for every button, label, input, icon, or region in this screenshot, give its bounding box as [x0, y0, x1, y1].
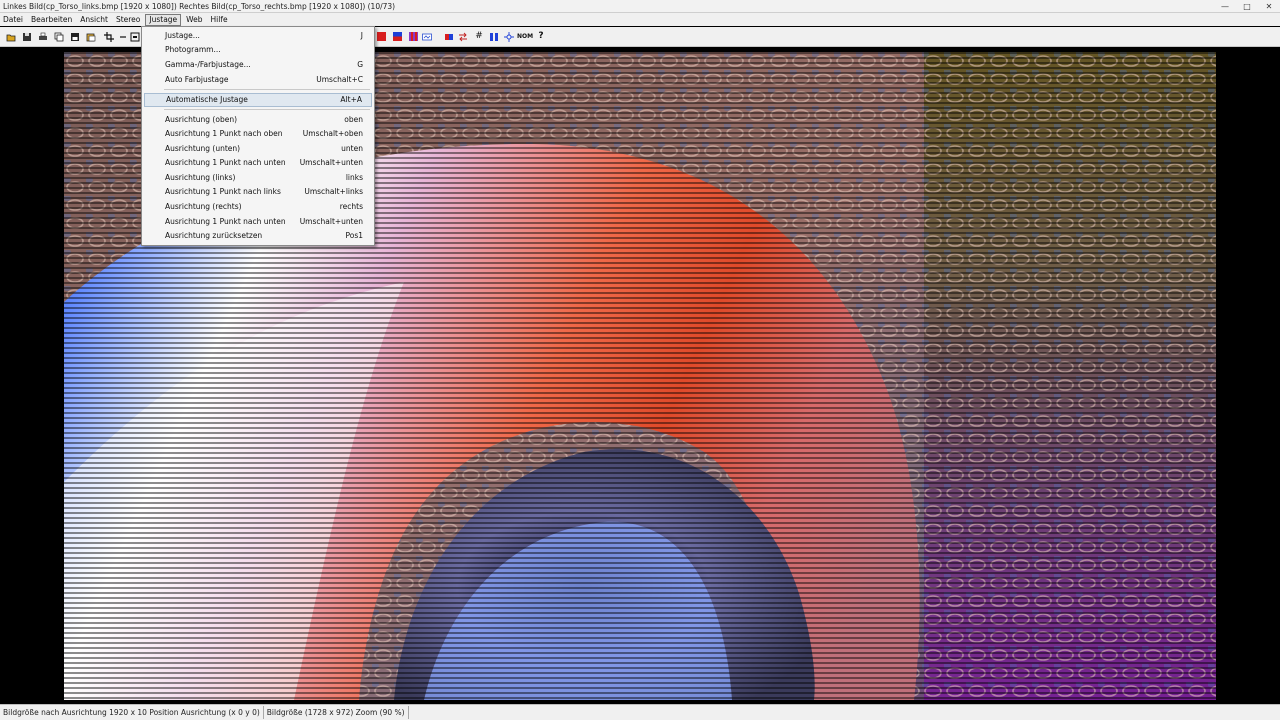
- swap-icon[interactable]: [458, 31, 468, 42]
- menu-stereo[interactable]: Stereo: [113, 14, 143, 26]
- anaglyph-icon[interactable]: [444, 31, 454, 42]
- menu-item-ausrichtung-1-links[interactable]: Ausrichtung 1 Punkt nach links Umschalt+l…: [144, 185, 372, 199]
- nom-icon[interactable]: NOM: [517, 31, 533, 42]
- menu-item-shortcut: Umschalt+links: [304, 187, 363, 196]
- menu-item-shortcut: unten: [341, 144, 363, 153]
- purple-swatch: [408, 32, 418, 41]
- menu-item-automatische-justage[interactable]: Automatische Justage Alt+A: [144, 93, 372, 107]
- menu-item-ausrichtung-zuruecksetzen[interactable]: Ausrichtung zurücksetzen Pos1: [144, 229, 372, 243]
- menu-item-label: Photogramm...: [165, 45, 221, 54]
- menu-item-ausrichtung-oben[interactable]: Ausrichtung (oben) oben: [144, 113, 372, 127]
- menu-web[interactable]: Web: [183, 14, 205, 26]
- maximize-button[interactable]: □: [1236, 0, 1258, 13]
- menu-justage[interactable]: Justage: [145, 13, 182, 26]
- menu-separator: [164, 109, 370, 110]
- menu-item-shortcut: Umschalt+unten: [299, 158, 363, 167]
- grid-icon[interactable]: #: [474, 31, 484, 42]
- red-icon[interactable]: [376, 31, 386, 42]
- frame-icon[interactable]: [130, 31, 140, 42]
- menu-item-ausrichtung-links[interactable]: Ausrichtung (links) links: [144, 171, 372, 185]
- status-alignment: Bildgröße nach Ausrichtung 1920 x 10 Pos…: [0, 706, 264, 719]
- crop-icon[interactable]: [104, 31, 114, 42]
- menu-item-shortcut: Alt+A: [340, 95, 362, 104]
- paste-icon[interactable]: [86, 31, 96, 42]
- justage-dropdown-menu: Justage... J Photogramm... Gamma-/Farbjus…: [141, 26, 375, 246]
- help-icon[interactable]: ?: [536, 31, 546, 42]
- save-all-icon[interactable]: [70, 31, 80, 42]
- menu-item-shortcut: Umschalt+unten: [299, 217, 363, 226]
- split-icon[interactable]: [422, 31, 432, 42]
- menu-item-label: Auto Farbjustage: [165, 75, 229, 84]
- menu-item-label: Ausrichtung (unten): [165, 144, 241, 153]
- menu-item-label: Ausrichtung 1 Punkt nach oben: [165, 129, 283, 138]
- minimize-button[interactable]: —: [1214, 0, 1236, 13]
- menu-item-label: Automatische Justage: [166, 95, 248, 104]
- menu-item-ausrichtung-1-unten-2[interactable]: Ausrichtung 1 Punkt nach unten Umschalt+u…: [144, 215, 372, 229]
- menu-item-label: Ausrichtung 1 Punkt nach links: [165, 187, 281, 196]
- menu-item-shortcut: Umschalt+C: [316, 75, 363, 84]
- menu-item-auto-farbjustage[interactable]: Auto Farbjustage Umschalt+C: [144, 73, 372, 87]
- star-icon[interactable]: [504, 31, 514, 42]
- menu-item-label: Ausrichtung (oben): [165, 115, 237, 124]
- menu-bearbeiten[interactable]: Bearbeiten: [28, 14, 75, 26]
- title-bar: Linkes Bild(cp_Torso_links.bmp [1920 x 1…: [0, 0, 1280, 13]
- menu-item-ausrichtung-rechts[interactable]: Ausrichtung (rechts) rechts: [144, 200, 372, 214]
- parallel-icon[interactable]: [489, 31, 499, 42]
- menu-bar: Datei Bearbeiten Ansicht Stereo Justage …: [0, 13, 1280, 26]
- menu-datei[interactable]: Datei: [0, 14, 26, 26]
- open-icon[interactable]: [6, 31, 16, 42]
- copy-icon[interactable]: [54, 31, 64, 42]
- status-bar: Bildgröße nach Ausrichtung 1920 x 10 Pos…: [0, 704, 1280, 720]
- blue-red-icon[interactable]: [392, 31, 402, 42]
- menu-ansicht[interactable]: Ansicht: [77, 14, 111, 26]
- menu-item-shortcut: J: [360, 31, 363, 40]
- menu-item-shortcut: rechts: [339, 202, 363, 211]
- menu-item-ausrichtung-1-unten[interactable]: Ausrichtung 1 Punkt nach unten Umschalt+u…: [144, 156, 372, 170]
- menu-item-label: Ausrichtung (rechts): [165, 202, 242, 211]
- menu-item-label: Justage...: [165, 31, 200, 40]
- menu-item-shortcut: links: [345, 173, 363, 182]
- save-icon[interactable]: [22, 31, 32, 42]
- arrow-icon[interactable]: [118, 31, 128, 42]
- print-icon[interactable]: [38, 31, 48, 42]
- red-swatch: [376, 32, 386, 41]
- menu-item-ausrichtung-1-oben[interactable]: Ausrichtung 1 Punkt nach oben Umschalt+ob…: [144, 127, 372, 141]
- window-title: Linkes Bild(cp_Torso_links.bmp [1920 x 1…: [3, 1, 396, 11]
- menu-item-label: Ausrichtung zurücksetzen: [165, 231, 263, 240]
- menu-separator: [164, 89, 370, 90]
- menu-item-photogramm[interactable]: Photogramm...: [144, 43, 372, 57]
- menu-item-shortcut: Umschalt+oben: [302, 129, 363, 138]
- menu-item-label: Ausrichtung (links): [165, 173, 236, 182]
- menu-item-label: Ausrichtung 1 Punkt nach unten: [165, 158, 286, 167]
- window-controls: — □ ✕: [1214, 0, 1280, 13]
- menu-item-shortcut: oben: [344, 115, 363, 124]
- close-button[interactable]: ✕: [1258, 0, 1280, 13]
- purple-icon[interactable]: [408, 31, 418, 42]
- menu-item-shortcut: G: [357, 60, 363, 69]
- menu-item-gamma[interactable]: Gamma-/Farbjustage... G: [144, 58, 372, 72]
- menu-item-label: Gamma-/Farbjustage...: [165, 60, 251, 69]
- menu-item-justage[interactable]: Justage... J: [144, 29, 372, 43]
- menu-item-shortcut: Pos1: [345, 231, 363, 240]
- status-size-zoom: Bildgröße (1728 x 972) Zoom (90 %): [264, 706, 409, 719]
- blue-red-swatch: [392, 32, 402, 41]
- menu-item-label: Ausrichtung 1 Punkt nach unten: [165, 217, 286, 226]
- menu-item-ausrichtung-unten[interactable]: Ausrichtung (unten) unten: [144, 142, 372, 156]
- menu-hilfe[interactable]: Hilfe: [208, 14, 231, 26]
